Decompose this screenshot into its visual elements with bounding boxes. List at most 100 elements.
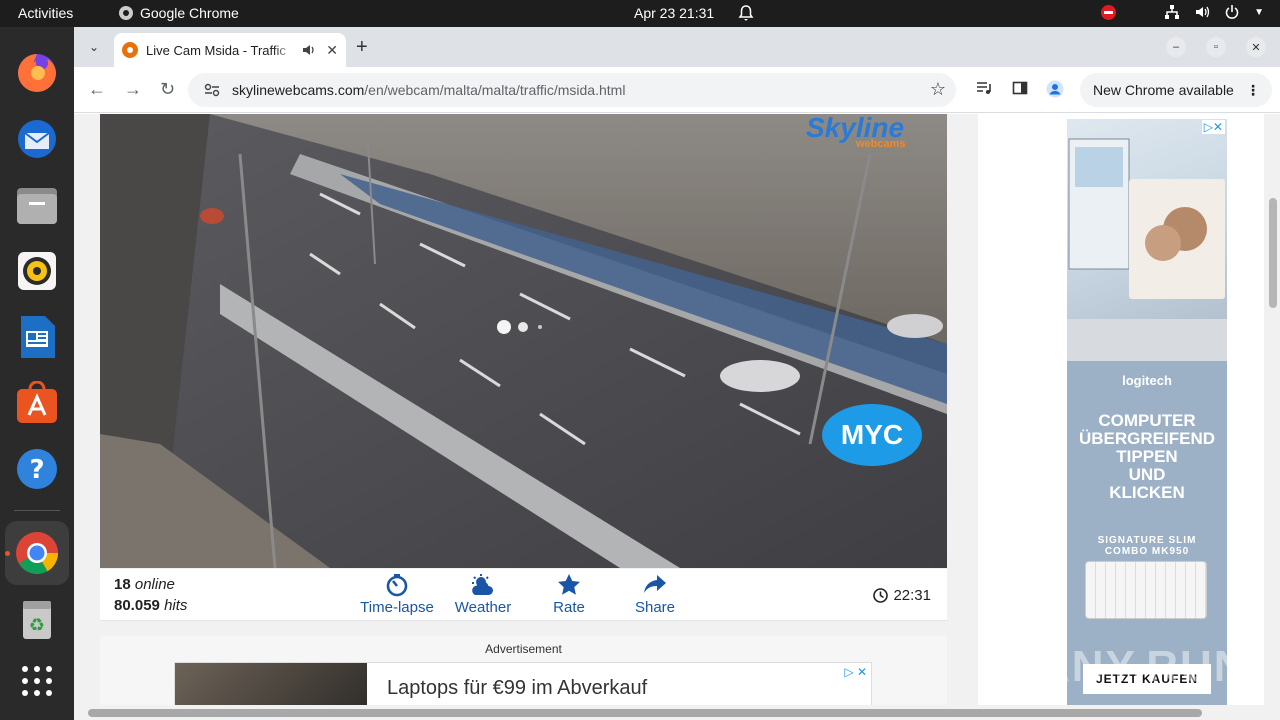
hits-count: 80.059 hits — [114, 597, 187, 614]
writer-icon[interactable] — [13, 313, 61, 361]
headline-line-4: UND — [1128, 465, 1166, 484]
minimize-button[interactable]: – — [1166, 37, 1186, 57]
myc-sponsor-logo: MYC — [822, 404, 922, 466]
advertisement-label: Advertisement — [485, 642, 562, 656]
chevron-down-icon: ▼ — [1254, 6, 1264, 18]
browser-toolbar: ← → ↻ skylinewebcams.com/en/webcam/malta… — [74, 67, 1280, 113]
online-label: online — [134, 576, 175, 593]
new-chrome-available-button[interactable]: New Chrome available ⋮ — [1080, 73, 1272, 107]
rate-button[interactable]: Rate — [527, 573, 611, 616]
headline-line-3: TIPPEN — [1116, 447, 1178, 466]
site-info-icon[interactable] — [204, 83, 220, 97]
myc-text: MYC — [840, 419, 904, 450]
system-top-bar: Activities Google Chrome Apr 23 21:31 ▼ — [0, 0, 1280, 27]
chrome-icon[interactable] — [13, 529, 61, 577]
network-icon — [1165, 5, 1180, 19]
webcam-frame — [100, 114, 947, 568]
forward-icon[interactable]: → — [124, 79, 142, 100]
side-panel-icon[interactable] — [1012, 80, 1028, 101]
help-icon[interactable]: ? — [13, 445, 61, 493]
trash-icon[interactable]: ♻ — [13, 595, 61, 643]
firefox-icon[interactable] — [13, 49, 61, 97]
side-ad-product: SIGNATURE SLIM COMBO MK950 — [1067, 535, 1227, 557]
product-line-2: COMBO MK950 — [1104, 546, 1190, 557]
online-number: 18 — [114, 576, 131, 593]
files-icon[interactable] — [13, 181, 61, 229]
browser-window: ⌄ Live Cam Msida - Traffic ✕ + – ▫ ✕ ← →… — [74, 27, 1280, 720]
weather-label: Weather — [454, 599, 512, 616]
star-icon — [558, 574, 580, 595]
side-ad-headline: COMPUTER ÜBERGREIFEND TIPPEN UND KLICKEN — [1067, 412, 1227, 502]
tab-title: Live Cam Msida - Traffic — [146, 42, 286, 58]
thunderbird-icon[interactable] — [13, 115, 61, 163]
share-label: Share — [634, 599, 676, 616]
address-bar[interactable]: skylinewebcams.com/en/webcam/malta/malta… — [188, 73, 956, 107]
app-name: Google Chrome — [140, 5, 239, 21]
app-menu[interactable]: Google Chrome — [118, 5, 239, 21]
system-tray[interactable]: ▼ — [1101, 4, 1264, 20]
side-ad-banner[interactable]: logitech COMPUTER ÜBERGREIFEND TIPPEN UN… — [1067, 119, 1227, 719]
webcam-player[interactable]: Skyline webcams MYC — [100, 114, 947, 568]
rhythmbox-icon[interactable] — [13, 247, 61, 295]
horizontal-scroll-thumb[interactable] — [88, 709, 1202, 717]
volume-icon — [1196, 6, 1210, 18]
svg-text:♻: ♻ — [29, 615, 45, 636]
new-tab-button[interactable]: + — [356, 36, 368, 59]
horizontal-scrollbar[interactable] — [74, 705, 1266, 720]
timelapse-icon — [386, 574, 408, 597]
chevron-down-icon: ⌄ — [88, 40, 100, 54]
profile-avatar-icon[interactable] — [1046, 80, 1064, 103]
reload-icon[interactable]: ↻ — [160, 79, 175, 100]
vertical-scrollbar[interactable] — [1266, 114, 1280, 720]
speaker-icon[interactable] — [302, 43, 316, 57]
dock: ? ♻ — [0, 27, 74, 720]
tab-search-button[interactable]: ⌄ — [82, 35, 106, 59]
app-center-icon[interactable] — [13, 379, 61, 427]
page-viewport: Skyline webcams MYC 18 online 80.059 hit… — [74, 114, 1280, 720]
maximize-button[interactable]: ▫ — [1206, 37, 1226, 57]
svg-text:?: ? — [29, 455, 44, 485]
rate-label: Rate — [553, 599, 585, 616]
headline-line-5: KLICKEN — [1109, 483, 1185, 502]
power-icon — [1225, 5, 1239, 19]
headline-line-1: COMPUTER — [1098, 411, 1196, 430]
product-line-1: SIGNATURE SLIM — [1097, 535, 1197, 546]
skyline-logo-sub: webcams — [856, 138, 906, 150]
tab-strip: ⌄ Live Cam Msida - Traffic ✕ + – ▫ ✕ — [74, 27, 1280, 67]
recording-icon — [1101, 4, 1117, 20]
share-icon — [644, 575, 666, 593]
keyboard-image — [1085, 561, 1207, 619]
bookmark-star-icon[interactable]: ☆ — [930, 79, 946, 100]
more-vert-icon: ⋮ — [1246, 81, 1260, 98]
bell-icon[interactable] — [738, 4, 754, 25]
ad-laptop-photo — [1067, 119, 1227, 361]
activities-button[interactable]: Activities — [18, 5, 73, 21]
timelapse-label: Time-lapse — [360, 599, 434, 616]
share-button[interactable]: Share — [613, 573, 697, 616]
clock[interactable]: Apr 23 21:31 — [634, 5, 714, 21]
chrome-small-icon — [119, 6, 133, 20]
adchoices-close-icon[interactable]: ▷✕ — [1201, 120, 1225, 134]
media-controls-icon[interactable] — [976, 80, 992, 101]
hits-label: hits — [164, 597, 188, 614]
logitech-logo: logitech — [1122, 373, 1172, 388]
update-label: New Chrome available — [1093, 82, 1234, 98]
vertical-scroll-thumb[interactable] — [1269, 198, 1277, 308]
ad-headline: Laptops für €99 im Abverkauf — [387, 677, 648, 699]
url-host: skylinewebcams.com — [232, 82, 365, 98]
clock-icon — [873, 588, 889, 603]
back-icon[interactable]: ← — [88, 79, 106, 100]
app-grid-icon[interactable] — [13, 657, 61, 705]
weather-button[interactable]: Weather — [441, 573, 525, 616]
weather-icon — [472, 574, 493, 595]
close-window-button[interactable]: ✕ — [1246, 37, 1266, 57]
headline-line-2: ÜBERGREIFEND — [1078, 429, 1215, 448]
online-count: 18 online — [114, 576, 175, 593]
url-path: /en/webcam/malta/malta/traffic/msida.htm… — [364, 82, 626, 98]
local-time-value: 22:31 — [893, 587, 931, 604]
timelapse-button[interactable]: Time-lapse — [355, 573, 439, 616]
adchoices-close-icon[interactable]: ▷ ✕ — [844, 665, 867, 679]
running-indicator — [5, 551, 10, 556]
tab-active[interactable]: Live Cam Msida - Traffic ✕ — [114, 33, 346, 67]
close-tab-icon[interactable]: ✕ — [326, 42, 338, 59]
